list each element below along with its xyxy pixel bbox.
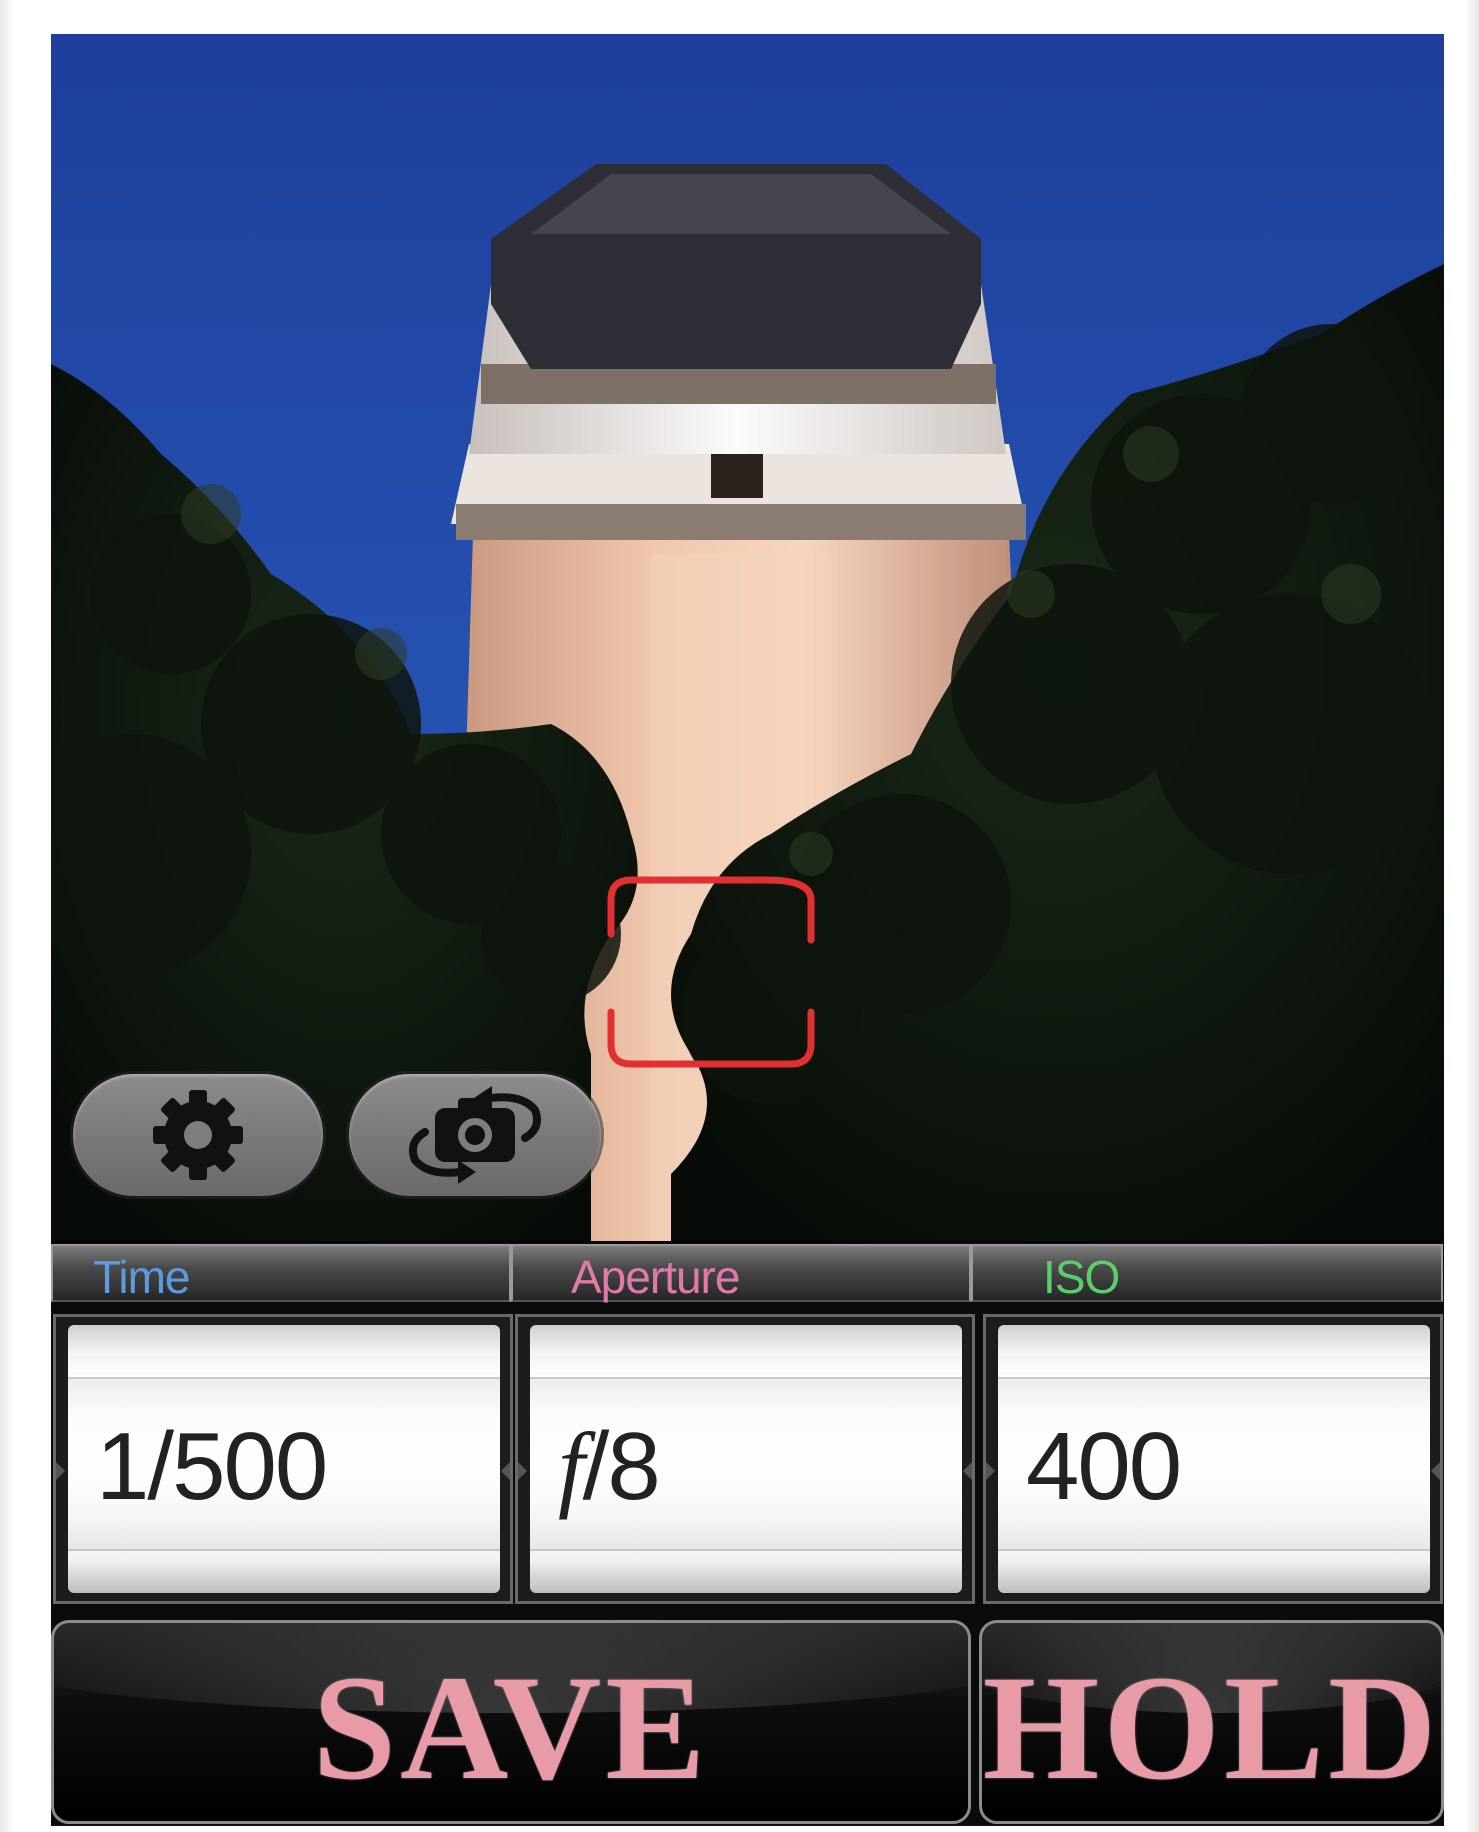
- aperture-value: f/8: [558, 1417, 661, 1517]
- iso-value: 400: [1026, 1413, 1182, 1520]
- gear-icon: [153, 1090, 243, 1180]
- hold-button-label: HOLD: [982, 1645, 1441, 1811]
- aperture-picker[interactable]: f/8: [515, 1314, 975, 1604]
- picker-indicator-left: [986, 1462, 995, 1480]
- time-label: Time: [93, 1251, 191, 1303]
- save-button-label: SAVE: [312, 1645, 710, 1811]
- save-button[interactable]: SAVE: [51, 1620, 971, 1824]
- aperture-header: Aperture: [511, 1244, 971, 1303]
- picker-indicator-left: [518, 1462, 527, 1480]
- flip-camera-button[interactable]: [349, 1074, 601, 1196]
- settings-button[interactable]: [73, 1074, 323, 1196]
- aperture-label: Aperture: [571, 1251, 740, 1303]
- time-picker[interactable]: 1/500: [53, 1314, 513, 1604]
- picker-indicator-left: [56, 1462, 65, 1480]
- time-value: 1/500: [96, 1413, 328, 1520]
- picker-indicator-right: [963, 1462, 972, 1480]
- iso-label: ISO: [1043, 1251, 1120, 1303]
- iso-header: ISO: [971, 1244, 1443, 1303]
- iso-picker[interactable]: 400: [983, 1314, 1443, 1604]
- picker-indicator-right: [501, 1462, 510, 1480]
- aperture-f-symbol: f: [558, 1413, 585, 1520]
- aperture-number: /8: [582, 1413, 661, 1520]
- camera-flip-icon: [409, 1086, 541, 1184]
- time-header: Time: [51, 1244, 511, 1303]
- camera-app: Time Aperture ISO 1/500 f/8 400 SAVE HOL…: [51, 34, 1444, 1826]
- hold-button[interactable]: HOLD: [979, 1620, 1444, 1824]
- viewfinder[interactable]: [51, 34, 1444, 1241]
- picker-indicator-right: [1431, 1462, 1440, 1480]
- exposure-panel: Time Aperture ISO 1/500 f/8 400 SAVE HOL…: [51, 1242, 1444, 1826]
- viewfinder-image: [51, 34, 1444, 1241]
